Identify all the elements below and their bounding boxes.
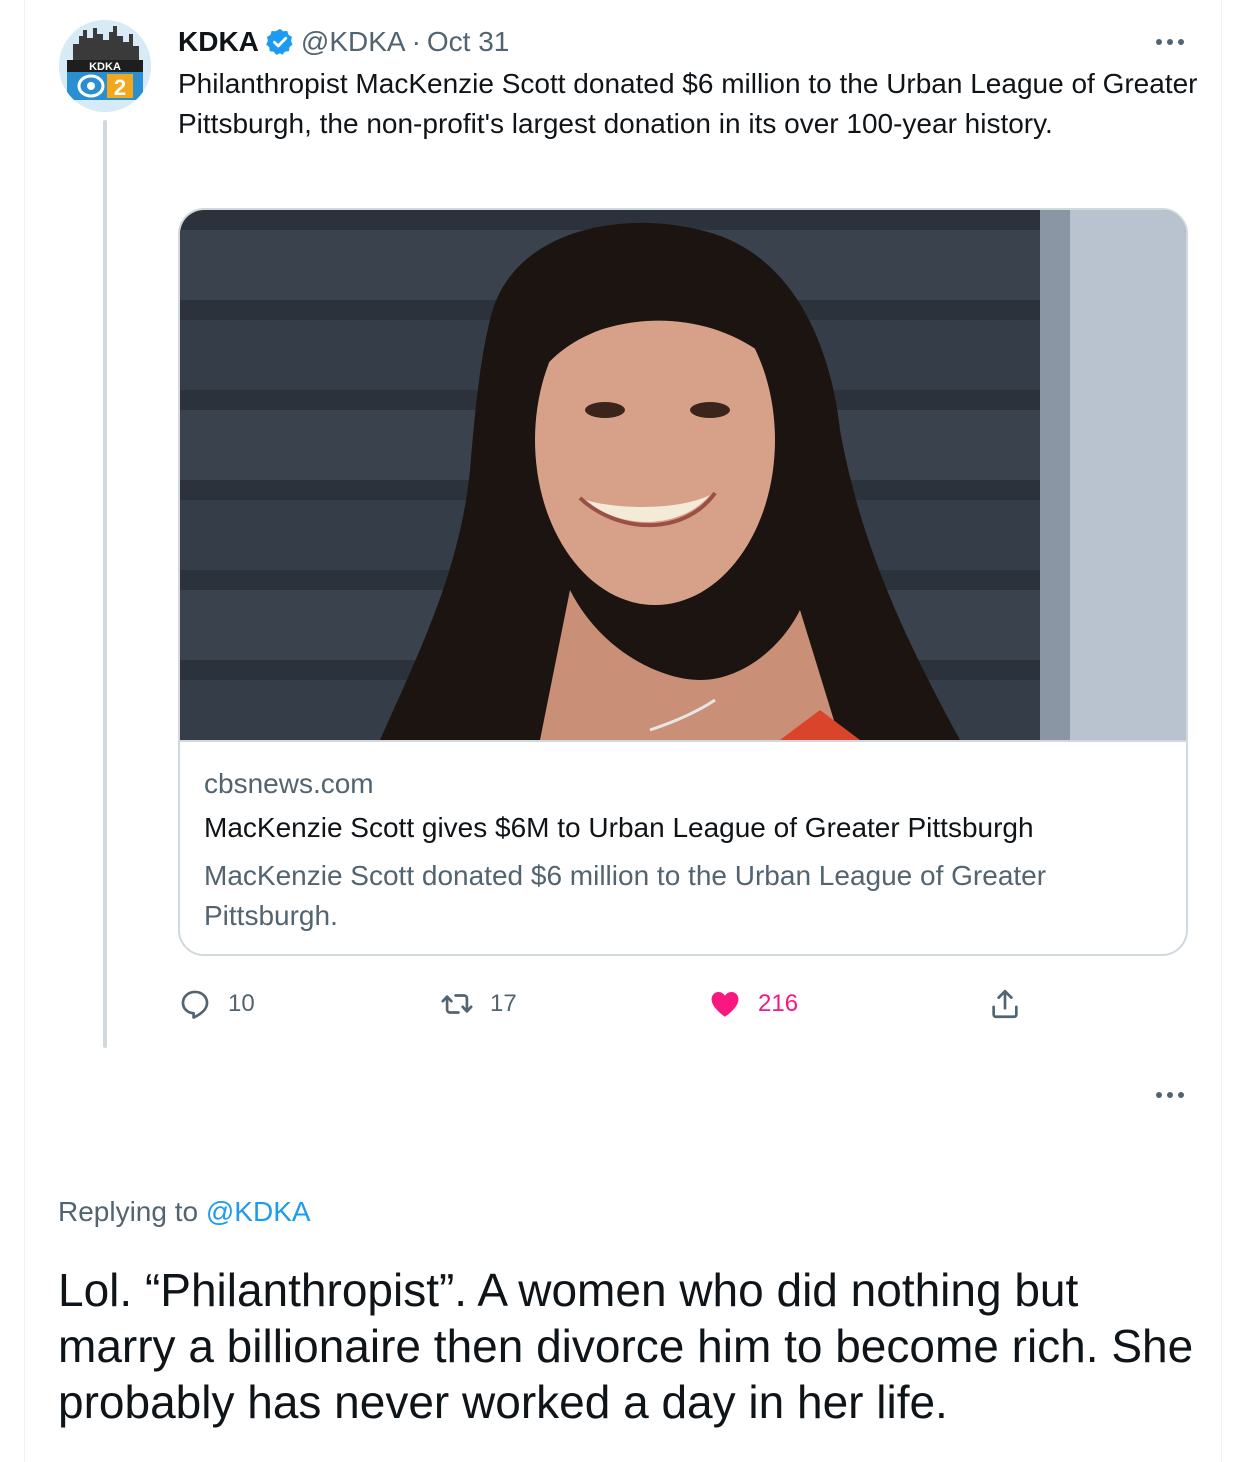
like-count: 216 xyxy=(758,990,799,1017)
share-icon xyxy=(992,989,1018,1019)
avatar[interactable]: KDKA 2 xyxy=(59,20,151,112)
avatar-logo-text: KDKA xyxy=(89,61,121,73)
reply-icon xyxy=(181,990,209,1019)
frame-border-left xyxy=(24,0,25,1462)
handle[interactable]: @KDKA xyxy=(301,26,406,58)
reply-count: 10 xyxy=(228,990,255,1017)
like-icon xyxy=(711,991,739,1017)
card-image[interactable] xyxy=(180,210,1186,742)
link-card[interactable]: cbsnews.com MacKenzie Scott gives $6M to… xyxy=(178,208,1188,956)
tweet-date[interactable]: Oct 31 xyxy=(427,26,509,58)
card-title: MacKenzie Scott gives $6M to Urban Leagu… xyxy=(204,812,1034,843)
like-button[interactable]: 216 xyxy=(708,984,798,1024)
separator-dot: · xyxy=(411,26,421,57)
frame-border-right xyxy=(1221,0,1222,1462)
card-description: MacKenzie Scott donated $6 million to th… xyxy=(204,860,1047,931)
thread-connector-line xyxy=(103,120,107,1048)
share-button[interactable] xyxy=(988,984,1022,1024)
more-icon[interactable] xyxy=(1150,30,1190,54)
card-domain: cbsnews.com xyxy=(204,768,374,799)
retweet-count: 17 xyxy=(490,990,517,1017)
avatar-channel-number: 2 xyxy=(114,75,126,100)
replying-mention[interactable]: @KDKA xyxy=(206,1196,311,1227)
tweet-text: Philanthropist MacKenzie Scott donated $… xyxy=(178,68,1198,139)
replying-prefix: Replying to xyxy=(58,1196,199,1227)
tweet-header: KDKA @KDKA · Oct 31 xyxy=(178,22,509,62)
display-name[interactable]: KDKA xyxy=(178,26,259,58)
replying-to: Replying to @KDKA xyxy=(58,1196,311,1228)
retweet-button[interactable]: 17 xyxy=(440,984,517,1024)
reply-more-icon[interactable] xyxy=(1150,1083,1190,1107)
reply-button[interactable]: 10 xyxy=(178,984,255,1024)
reply-text: Lol. “Philanthropist”. A women who did n… xyxy=(58,1264,1194,1428)
verified-badge-icon xyxy=(265,27,295,57)
retweet-icon xyxy=(441,994,473,1014)
